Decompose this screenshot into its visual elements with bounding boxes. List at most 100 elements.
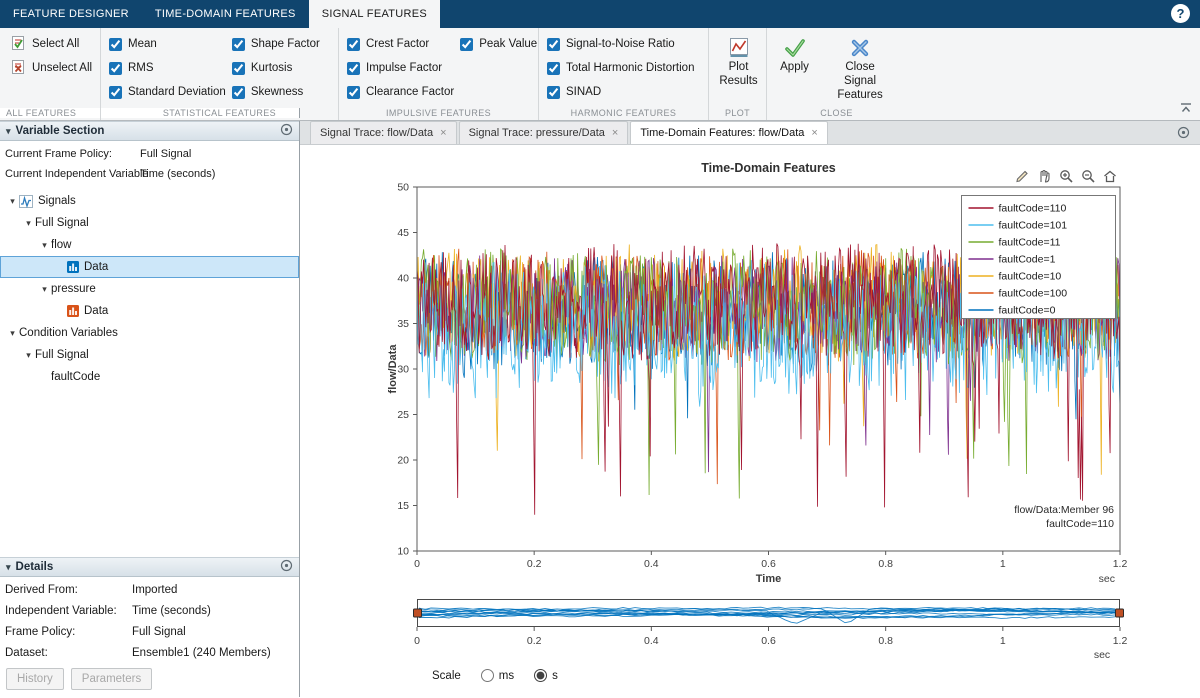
checkbox-signal-to-noise-ratio[interactable]: Signal-to-Noise Ratio bbox=[547, 32, 694, 56]
pan-icon[interactable] bbox=[1034, 166, 1053, 185]
svg-text:1: 1 bbox=[1000, 635, 1006, 647]
scale-option-label: ms bbox=[499, 670, 514, 682]
scale-radio-s[interactable] bbox=[534, 669, 547, 682]
checkbox-mean[interactable]: Mean bbox=[109, 32, 226, 56]
tree-item-faultcode[interactable]: faultCode bbox=[0, 366, 299, 388]
checkbox-clearance-factor[interactable]: Clearance Factor bbox=[347, 80, 454, 104]
kurtosis-checkbox-input[interactable] bbox=[232, 62, 245, 75]
variable-panel: ▾ Variable Section Current Frame Policy:… bbox=[0, 121, 300, 697]
tree-item-condition-variables[interactable]: ▾Condition Variables bbox=[0, 322, 299, 344]
unselect-all-button[interactable]: Unselect All bbox=[8, 56, 94, 80]
tree-item-flow-data[interactable]: Data bbox=[0, 256, 299, 278]
close-tab-icon[interactable]: × bbox=[811, 127, 817, 139]
tree-item-pressure[interactable]: ▾pressure bbox=[0, 278, 299, 300]
edit-plot-icon[interactable] bbox=[1012, 166, 1031, 185]
document-tab-time-domain-features-flow-data[interactable]: Time-Domain Features: flow/Data× bbox=[630, 121, 827, 144]
apply-button[interactable]: Apply bbox=[775, 32, 814, 106]
mean-checkbox-input[interactable] bbox=[109, 38, 122, 51]
history-button[interactable]: History bbox=[6, 668, 64, 690]
collapse-toolstrip-icon[interactable] bbox=[1180, 102, 1192, 117]
checkbox-impulse-factor[interactable]: Impulse Factor bbox=[347, 56, 454, 80]
apply-icon bbox=[783, 35, 807, 61]
plot-results-label: Plot bbox=[729, 61, 749, 75]
toolstrip-tab-feature-designer[interactable]: FEATURE DESIGNER bbox=[0, 0, 142, 28]
help-icon[interactable]: ? bbox=[1171, 4, 1190, 23]
expander-icon[interactable]: ▾ bbox=[6, 196, 19, 207]
variable-info: Current Frame Policy:Full SignalCurrent … bbox=[0, 141, 299, 187]
svg-text:45: 45 bbox=[397, 227, 409, 239]
toolstrip-tab-time-domain-features[interactable]: TIME-DOMAIN FEATURES bbox=[142, 0, 309, 28]
zoom-out-icon[interactable] bbox=[1078, 166, 1097, 185]
tree-item-cv-full-signal[interactable]: ▾Full Signal bbox=[0, 344, 299, 366]
close-features-icon bbox=[848, 35, 872, 61]
sinad-checkbox-input[interactable] bbox=[547, 86, 560, 99]
restore-view-icon[interactable] bbox=[1100, 166, 1119, 185]
toolstrip-tab-bar: FEATURE DESIGNERTIME-DOMAIN FEATURESSIGN… bbox=[0, 0, 1200, 28]
collapse-arrow-icon[interactable]: ▾ bbox=[6, 562, 11, 573]
standard-deviation-checkbox-input[interactable] bbox=[109, 86, 122, 99]
tree-item-label: Full Signal bbox=[35, 349, 89, 361]
signal-to-noise-ratio-checkbox-input[interactable] bbox=[547, 38, 560, 51]
impulse-factor-checkbox-input[interactable] bbox=[347, 62, 360, 75]
skewness-checkbox-input[interactable] bbox=[232, 86, 245, 99]
collapse-arrow-icon[interactable]: ▾ bbox=[6, 126, 11, 137]
shape-factor-checkbox-input[interactable] bbox=[232, 38, 245, 51]
details-row-independent-variable: Independent Variable:Time (seconds) bbox=[0, 600, 299, 621]
checkbox-skewness[interactable]: Skewness bbox=[232, 80, 320, 104]
tree-item-signals[interactable]: ▾Signals bbox=[0, 190, 299, 212]
scale-radio-ms[interactable] bbox=[481, 669, 494, 682]
checkbox-total-harmonic-distortion[interactable]: Total Harmonic Distortion bbox=[547, 56, 694, 80]
zoom-in-icon[interactable] bbox=[1056, 166, 1075, 185]
checkbox-peak-value[interactable]: Peak Value bbox=[460, 32, 537, 56]
expander-icon[interactable]: ▾ bbox=[22, 218, 35, 229]
panel-menu-icon[interactable] bbox=[280, 123, 293, 139]
toolstrip-tab-signal-features[interactable]: SIGNAL FEATURES bbox=[309, 0, 440, 28]
unselect-all-label: Unselect All bbox=[32, 62, 92, 74]
details-value: Full Signal bbox=[132, 626, 186, 638]
scale-option-s[interactable]: s bbox=[534, 669, 558, 682]
expander-icon[interactable]: ▾ bbox=[38, 284, 51, 295]
total-harmonic-distortion-checkbox-input[interactable] bbox=[547, 62, 560, 75]
panner-left-handle[interactable] bbox=[414, 609, 422, 617]
crest-factor-checkbox-input[interactable] bbox=[347, 38, 360, 51]
close-tab-icon[interactable]: × bbox=[440, 127, 446, 139]
document-tab-signal-trace-pressure-data[interactable]: Signal Trace: pressure/Data × bbox=[459, 121, 629, 144]
close-tab-icon[interactable]: × bbox=[612, 127, 618, 139]
parameters-button[interactable]: Parameters bbox=[71, 668, 152, 690]
checkbox-crest-factor[interactable]: Crest Factor bbox=[347, 32, 454, 56]
panel-menu-icon[interactable] bbox=[280, 559, 293, 575]
document-tab-label: Signal Trace: pressure/Data bbox=[469, 127, 605, 139]
details-header[interactable]: ▾ Details bbox=[0, 557, 299, 577]
details-buttons: History Parameters bbox=[0, 663, 299, 697]
panner-strip[interactable]: 00.20.40.60.811.2sec bbox=[417, 599, 1129, 669]
plot-results-button[interactable]: PlotResults bbox=[717, 32, 760, 106]
scale-option-ms[interactable]: ms bbox=[481, 669, 514, 682]
clearance-factor-checkbox-input[interactable] bbox=[347, 86, 360, 99]
svg-text:25: 25 bbox=[397, 409, 409, 421]
checkbox-sinad[interactable]: SINAD bbox=[547, 80, 694, 104]
checkbox-kurtosis[interactable]: Kurtosis bbox=[232, 56, 320, 80]
peak-value-checkbox-input[interactable] bbox=[460, 38, 473, 51]
tree-item-flow[interactable]: ▾flow bbox=[0, 234, 299, 256]
tree-item-signals-full-signal[interactable]: ▾Full Signal bbox=[0, 212, 299, 234]
document-tab-signal-trace-flow-data[interactable]: Signal Trace: flow/Data× bbox=[310, 121, 457, 144]
tree-item-pressure-data[interactable]: Data bbox=[0, 300, 299, 322]
checkbox-standard-deviation[interactable]: Standard Deviation bbox=[109, 80, 226, 104]
checkbox-rms[interactable]: RMS bbox=[109, 56, 226, 80]
tab-overview-icon[interactable] bbox=[1177, 126, 1190, 142]
svg-text:faultCode=11: faultCode=11 bbox=[999, 237, 1061, 249]
expander-icon[interactable]: ▾ bbox=[6, 328, 19, 339]
expander-icon[interactable]: ▾ bbox=[22, 350, 35, 361]
legend[interactable]: faultCode=110faultCode=101faultCode=11fa… bbox=[962, 196, 1116, 319]
rms-checkbox-input[interactable] bbox=[109, 62, 122, 75]
panner-right-handle[interactable] bbox=[1116, 609, 1124, 617]
checkbox-shape-factor[interactable]: Shape Factor bbox=[232, 32, 320, 56]
select-all-button[interactable]: Select All bbox=[8, 32, 94, 56]
rms-checkbox-label: RMS bbox=[128, 62, 154, 74]
details-label: Frame Policy: bbox=[0, 626, 132, 638]
close-signal-features-button[interactable]: CloseSignal Features bbox=[820, 32, 900, 106]
expander-icon[interactable]: ▾ bbox=[38, 240, 51, 251]
variable-section-header[interactable]: ▾ Variable Section bbox=[0, 121, 299, 141]
details-value: Imported bbox=[132, 584, 177, 596]
time-domain-features-chart[interactable]: Time-Domain Features00.20.40.60.811.2101… bbox=[300, 145, 1199, 591]
